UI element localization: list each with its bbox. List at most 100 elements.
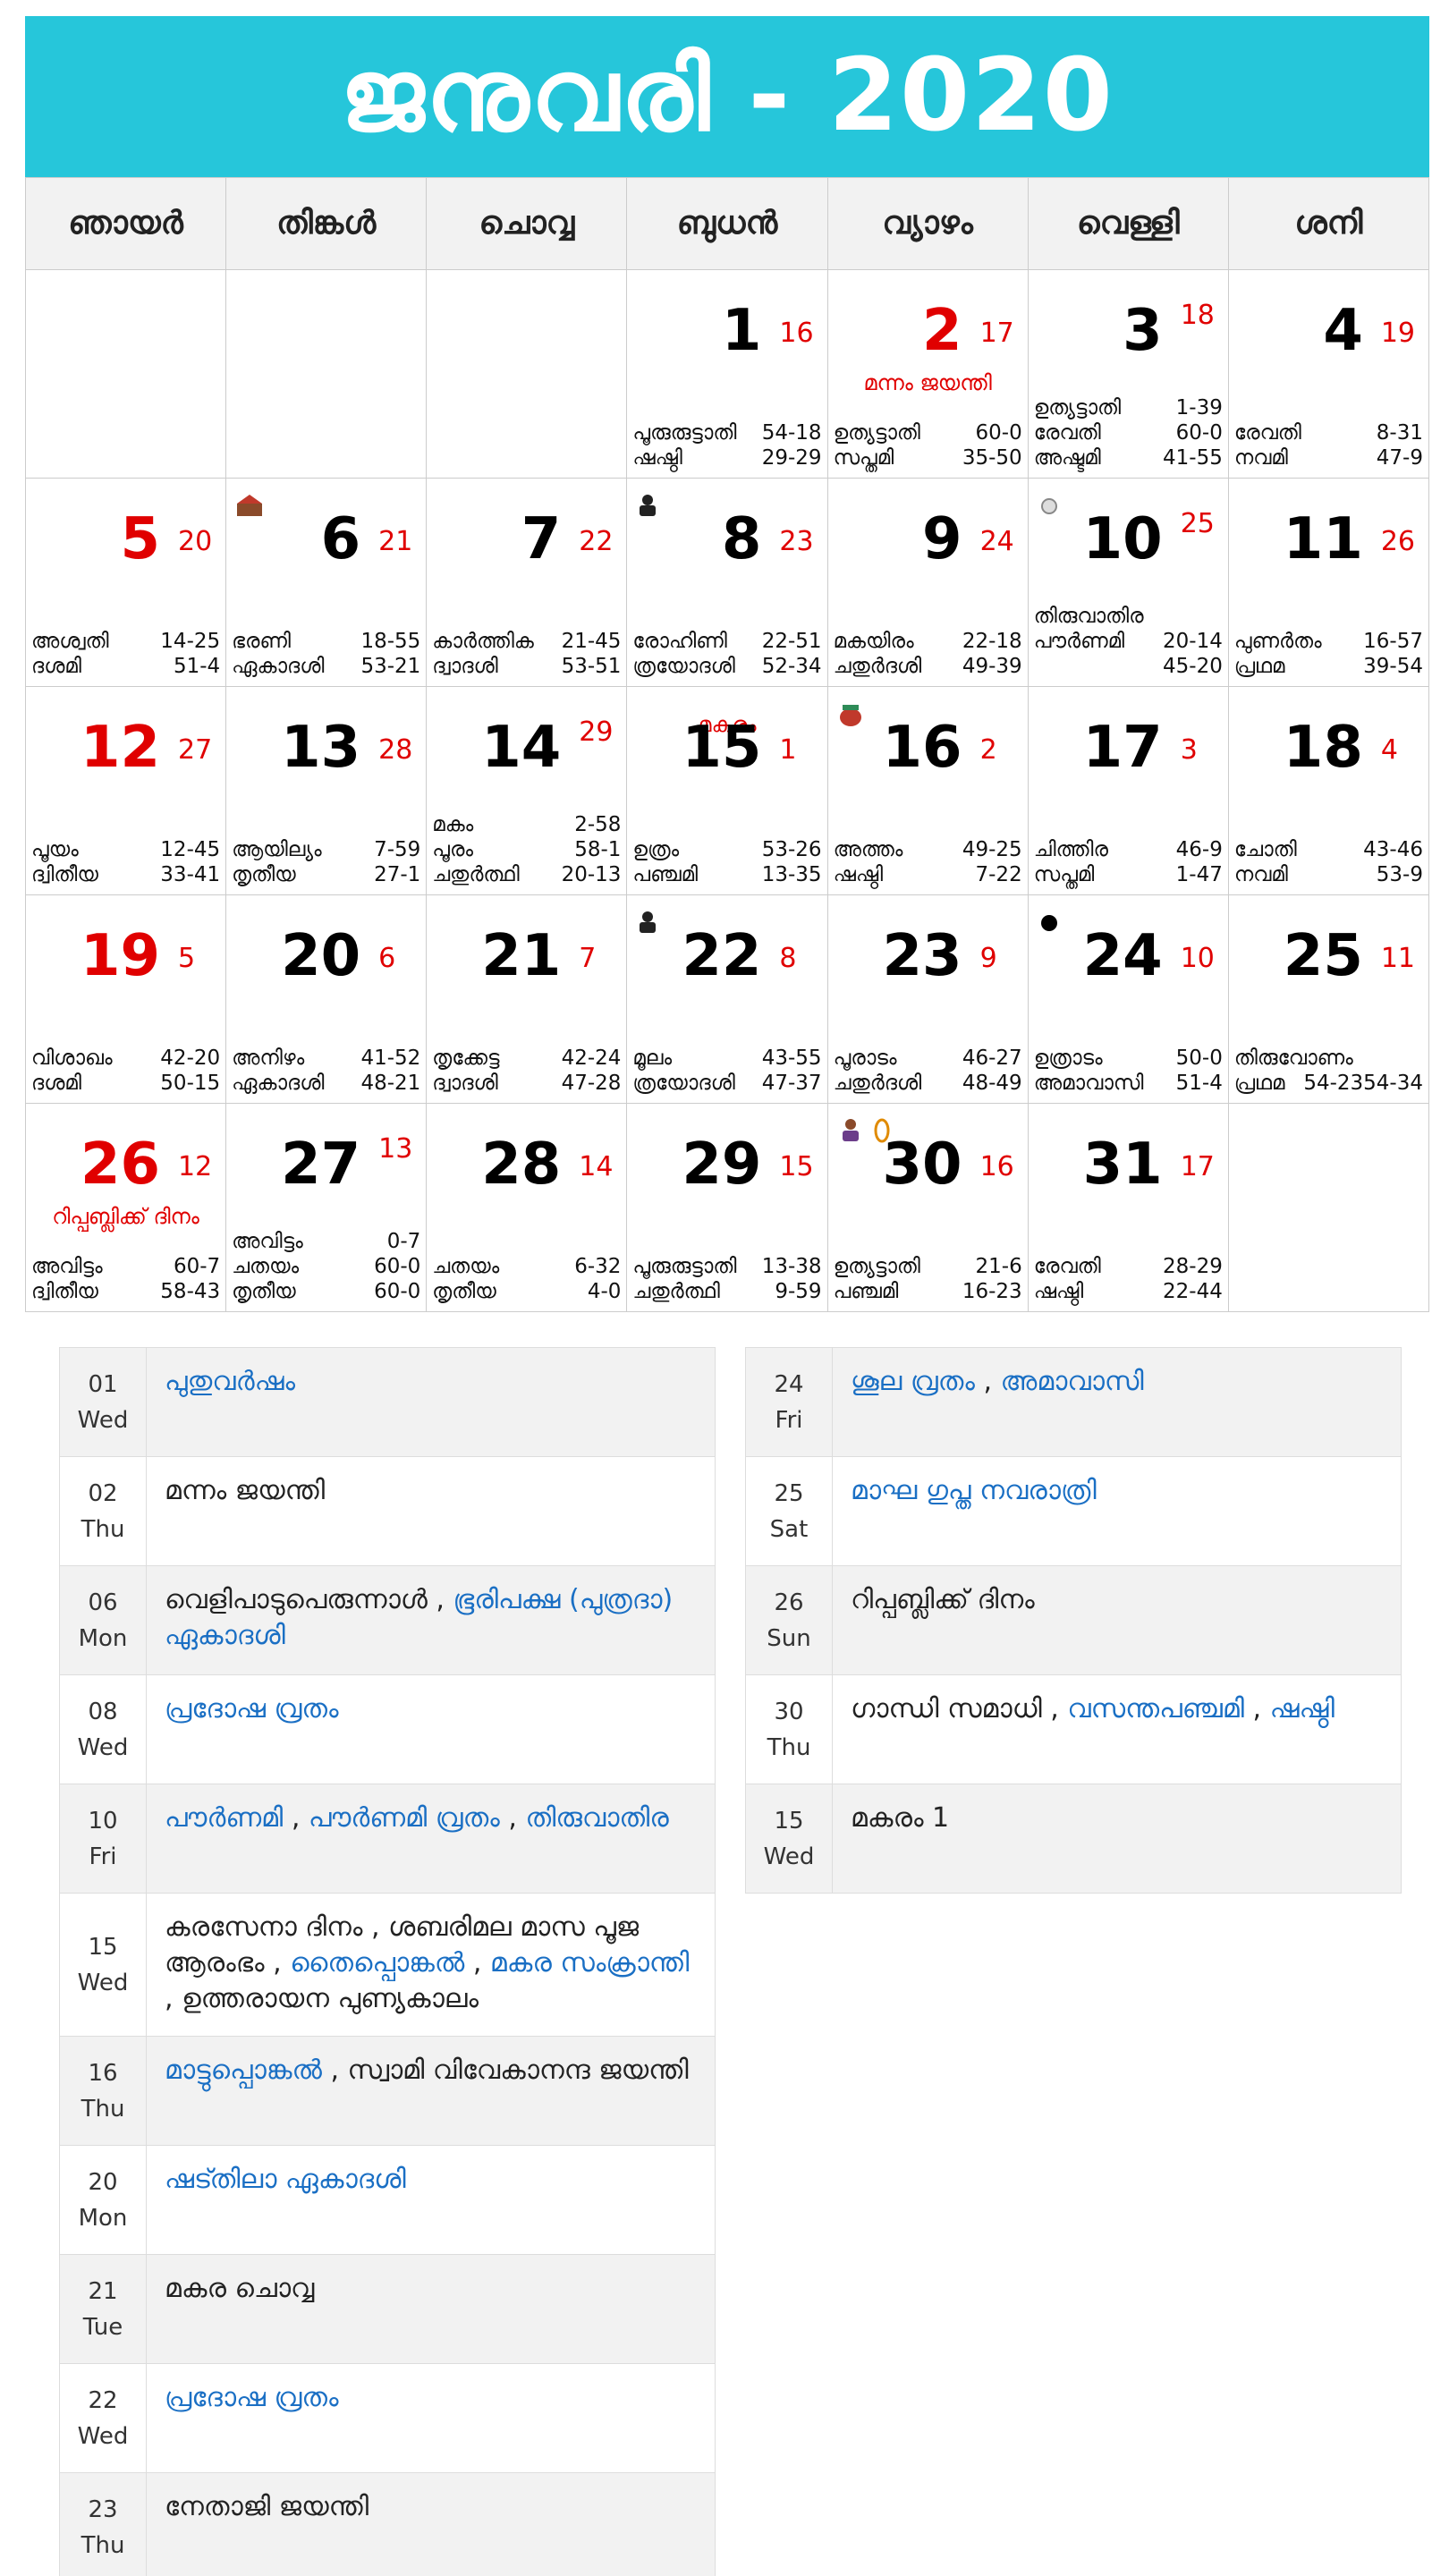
day-cell[interactable]: 1 16 പൂരുരുട്ടാതി 54-18 ഷഷ്ഠി 29-29 xyxy=(627,270,828,479)
event-row: 22 Wed പ്രദോഷ വ്രതം xyxy=(60,2364,716,2473)
malayalam-date: 29 xyxy=(579,716,614,748)
day-cell[interactable]: 16 2 അത്തം 49-25 ഷഷ്ഠി 7-22 xyxy=(827,687,1029,895)
day-cell[interactable]: 27 13 അവിട്ടം 0-7 ചതയം 60-0 തൃതീയ 60-0 xyxy=(226,1104,428,1312)
event-date: 15 Wed xyxy=(60,1894,147,2036)
tithi-time: 47-28 xyxy=(561,1072,622,1095)
event-row: 10 Fri പൗർണമി , പൗർണമി വ്രതം , തിരുവാതിര xyxy=(60,1784,716,1894)
tithi-time: 47-9 xyxy=(1376,446,1423,470)
day-cell[interactable]: 28 14 ചതയം 6-32 തൃതീയ 4-0 xyxy=(427,1104,628,1312)
event-link[interactable]: പൗർണമി വ്രതം xyxy=(309,1802,500,1834)
day-number: 21 xyxy=(481,923,562,989)
event-day: 01 xyxy=(88,1370,118,1398)
tithi-time: 48-21 xyxy=(360,1072,421,1095)
day-cell[interactable]: 11 26 പുണർതം 16-57 പ്രഥമ 39-54 xyxy=(1228,479,1429,687)
panchang-info: ഉത്യട്ടാതി 1-39 രേവതി 60-0 അഷ്ടമി 41-55 xyxy=(1034,395,1223,470)
event-row: 26 Sun റിപ്പബ്ലിക്ക് ദിനം xyxy=(746,1566,1402,1675)
event-date: 10 Fri xyxy=(60,1784,147,1893)
event-text: , xyxy=(283,1802,309,1834)
event-date: 25 Sat xyxy=(746,1457,833,1565)
event-link[interactable]: പ്രദോഷ വ്രതം xyxy=(165,2382,339,2413)
event-link[interactable]: പൗർണമി xyxy=(165,1802,283,1834)
day-cell[interactable]: 29 15 പൂരുരുട്ടാതി 13-38 ചതുർത്ഥി 9-59 xyxy=(627,1104,828,1312)
day-cell[interactable]: 24 10 ഉത്രാടം 50-0 അമാവാസി 51-4 xyxy=(1028,895,1229,1104)
panchang-info: പൂയം 12-45 ദ്വിതീയ 33-41 xyxy=(31,837,220,887)
day-cell[interactable]: 2 17 മന്നം ജയന്തി ഉത്യട്ടാതി 60-0 സപ്തമി 3… xyxy=(827,270,1029,479)
event-link[interactable]: അമാവാസി xyxy=(1001,1366,1144,1397)
event-link[interactable]: ഷട്തിലാ ഏകാദശി xyxy=(165,2164,406,2195)
panchang-info: ആയില്യം 7-59 തൃതീയ 27-1 xyxy=(232,837,420,887)
panchang-info: രേവതി 28-29 ഷഷ്ഠി 22-44 xyxy=(1034,1254,1223,1304)
event-link[interactable]: പ്രദോഷ വ്രതം xyxy=(165,1693,339,1724)
day-cell[interactable]: 8 23 രോഹിണി 22-51 ത്രയോദശി 52-34 xyxy=(627,479,828,687)
event-date: 24 Fri xyxy=(746,1348,833,1456)
event-text: മന്നം ജയന്തി xyxy=(165,1475,326,1506)
event-link[interactable]: ഷഷ്ഠി xyxy=(1270,1693,1335,1724)
day-cell[interactable]: 5 20 അശ്വതി 14-25 ദശമി 51-4 xyxy=(26,479,227,687)
malayalam-date: 16 xyxy=(979,1151,1014,1182)
event-link[interactable]: മാട്ടുപ്പൊങ്കൽ xyxy=(165,2055,322,2086)
event-text: മകരം 1 xyxy=(851,1802,950,1834)
day-cell[interactable]: 19 5 വിശാഖം 42-20 ദശമി 50-15 xyxy=(26,895,227,1104)
day-cell[interactable]: 13 28 ആയില്യം 7-59 തൃതീയ 27-1 xyxy=(226,687,428,895)
day-cell[interactable]: 21 7 തൃക്കേട്ട 42-24 ദ്വാദശി 47-28 xyxy=(427,895,628,1104)
malayalam-date: 16 xyxy=(779,318,814,349)
nakshatra: പൂരാടം xyxy=(833,1046,897,1070)
nakshatra: പുണർതം xyxy=(1233,630,1322,653)
day-cell[interactable]: 12 27 പൂയം 12-45 ദ്വിതീയ 33-41 xyxy=(26,687,227,895)
panchang-info: ഉത്രം 53-26 പഞ്ചമി 13-35 xyxy=(632,837,821,887)
day-number: 2 xyxy=(922,298,962,364)
event-weekday: Wed xyxy=(77,1969,129,1996)
nakshatra-time: 14-25 xyxy=(160,630,221,653)
nakshatra: പൂരം xyxy=(432,838,474,861)
day-cell[interactable]: 26 12 റിപ്പബ്ലിക്ക് ദിനം അവിട്ടം 60-7 ദ്വ… xyxy=(26,1104,227,1312)
event-date: 02 Thu xyxy=(60,1457,147,1565)
day-cell[interactable]: 18 4 ചോതി 43-46 നവമി 53-9 xyxy=(1228,687,1429,895)
malayalam-date: 8 xyxy=(779,943,797,974)
tithi: ഷഷ്ഠി xyxy=(632,446,682,470)
day-cell[interactable]: 22 8 മൂലം 43-55 ത്രയോദശി 47-37 xyxy=(627,895,828,1104)
event-day: 10 xyxy=(88,1807,118,1835)
malayalam-date: 25 xyxy=(1180,508,1215,539)
day-cell[interactable]: 30 16 ഉത്യട്ടാതി 21-6 പഞ്ചമി 16-23 xyxy=(827,1104,1029,1312)
tithi-time: 50-15 xyxy=(160,1072,221,1095)
day-cell[interactable]: 9 24 മകയിരം 22-18 ചതുർദശി 49-39 xyxy=(827,479,1029,687)
day-cell[interactable]: 25 11 തിരുവോണം പ്രഥമ 54-2354-34 xyxy=(1228,895,1429,1104)
panchang-info: ചിത്തിര 46-9 സപ്തമി 1-47 xyxy=(1034,837,1223,887)
event-row: 23 Thu നേതാജി ജയന്തി xyxy=(60,2473,716,2576)
nakshatra-time: 1-39 xyxy=(1175,396,1223,419)
tithi-time: 20-14 xyxy=(1163,630,1223,653)
event-link[interactable]: പുതുവർഷം xyxy=(165,1366,295,1397)
event-link[interactable]: തിരുവാതിര xyxy=(525,1802,668,1834)
day-number: 3 xyxy=(1123,298,1163,364)
tithi: സപ്തമി xyxy=(1033,863,1095,886)
event-link[interactable]: വസന്തപഞ്ചമി xyxy=(1067,1693,1244,1724)
event-link[interactable]: മകര സംക്രാന്തി xyxy=(490,1947,689,1979)
day-cell[interactable]: 10 25 തിരുവാതിര പൗർണമി 20-14 45-20 xyxy=(1028,479,1229,687)
event-link[interactable]: തൈപ്പൊങ്കൽ xyxy=(290,1947,464,1979)
event-date: 20 Mon xyxy=(60,2146,147,2254)
nakshatra-time: 12-45 xyxy=(160,838,221,861)
day-cell[interactable]: 31 17 രേവതി 28-29 ഷഷ്ഠി 22-44 xyxy=(1028,1104,1229,1312)
nakshatra: പൂരുരുട്ടാതി xyxy=(632,421,737,445)
day-cell[interactable]: മകരം 15 1 ഉത്രം 53-26 പഞ്ചമി 13-35 xyxy=(627,687,828,895)
event-link[interactable]: ശൂല വ്രതം xyxy=(851,1366,975,1397)
day-cell[interactable]: 3 18 ഉത്യട്ടാതി 1-39 രേവതി 60-0 അഷ്ടമി 41-5… xyxy=(1028,270,1229,479)
day-cell[interactable]: 7 22 കാർത്തിക 21-45 ദ്വാദശി 53-51 xyxy=(427,479,628,687)
event-link[interactable]: മാഘ ഗുപ്ത നവരാത്രി xyxy=(851,1475,1097,1506)
tithi-time: 60-0 xyxy=(374,1280,421,1303)
day-cell[interactable]: 20 6 അനിഴം 41-52 ഏകാദശി 48-21 xyxy=(226,895,428,1104)
nakshatra: രേവതി xyxy=(1033,1255,1101,1278)
day-cell[interactable]: 6 21 ഭരണി 18-55 ഏകാദശി 53-21 xyxy=(226,479,428,687)
event-day: 22 xyxy=(88,2386,118,2414)
event-names: പ്രദോഷ വ്രതം xyxy=(147,1675,716,1784)
tithi-time: 22-44 xyxy=(1163,1280,1223,1303)
event-row: 15 Wed മകരം 1 xyxy=(746,1784,1402,1894)
nakshatra: തിരുവാതിര xyxy=(1033,605,1144,628)
day-cell[interactable]: 4 19 രേവതി 8-31 നവമി 47-9 xyxy=(1228,270,1429,479)
day-cell[interactable]: 14 29 മകം 2-58 പൂരം 58-1 ചതുർത്ഥി 20-13 xyxy=(427,687,628,895)
tithi: അമാവാസി xyxy=(1033,1072,1144,1095)
day-cell[interactable]: 17 3 ചിത്തിര 46-9 സപ്തമി 1-47 xyxy=(1028,687,1229,895)
nakshatra-time: 22-18 xyxy=(962,630,1022,653)
event-names: ശൂല വ്രതം , അമാവാസി xyxy=(833,1348,1402,1456)
day-cell[interactable]: 23 9 പൂരാടം 46-27 ചതുർദശി 48-49 xyxy=(827,895,1029,1104)
